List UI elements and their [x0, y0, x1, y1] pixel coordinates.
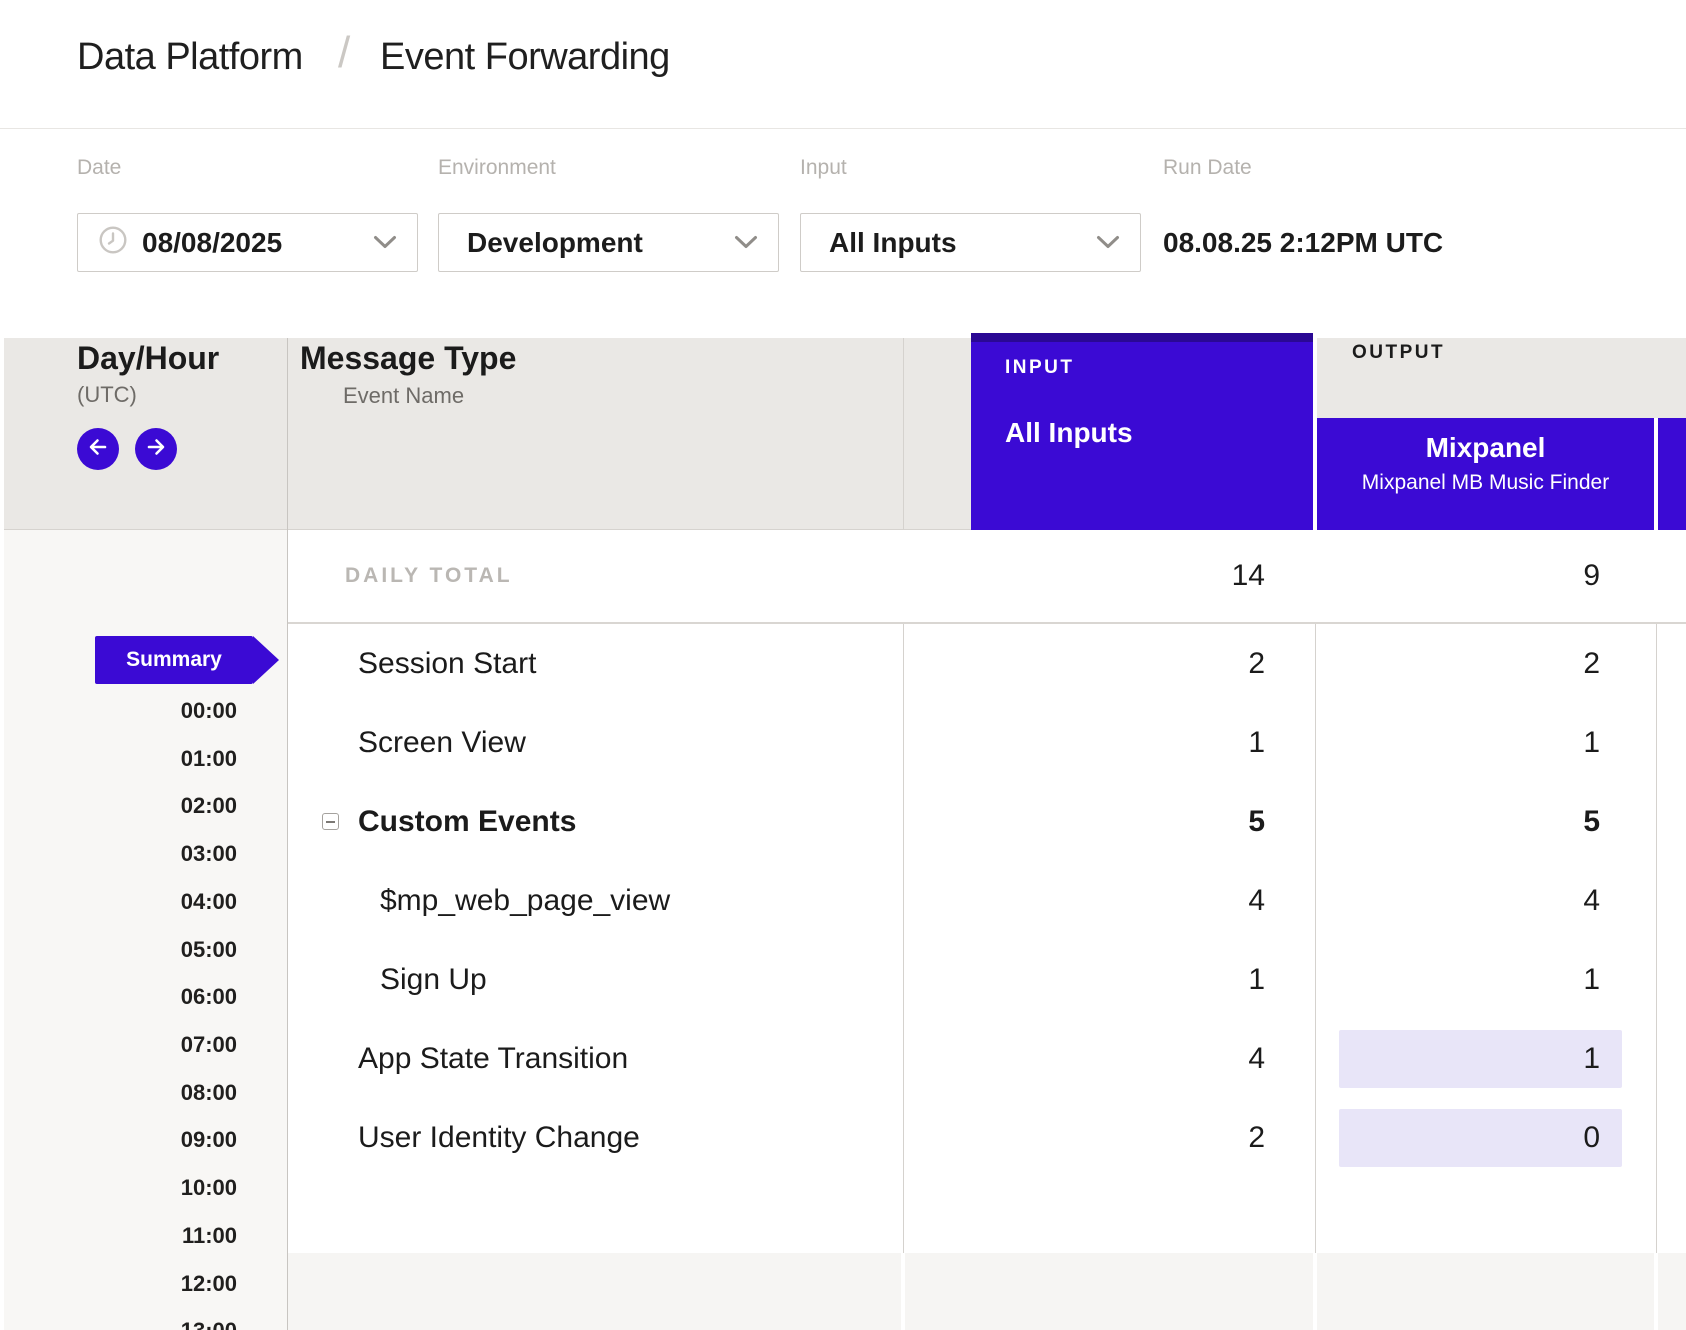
output-connection-name: Mixpanel MB Music Finder	[1317, 471, 1654, 495]
hour-item[interactable]: 07:00	[0, 1032, 237, 1058]
minus-square-icon[interactable]	[322, 813, 339, 830]
event-name-subheader: Event Name	[343, 383, 464, 409]
summary-tab-label: Summary	[126, 648, 222, 672]
event-label: $mp_web_page_view	[380, 884, 670, 918]
hour-item[interactable]: 13:00	[0, 1318, 237, 1330]
output-group-label: OUTPUT	[1352, 342, 1445, 364]
output-count: 1	[1583, 1042, 1600, 1076]
date-filter-label: Date	[77, 156, 121, 180]
column-divider	[901, 1253, 905, 1330]
clock-icon	[98, 225, 128, 260]
hour-item[interactable]: 01:00	[0, 746, 237, 772]
highlighted-cell	[1339, 1109, 1622, 1167]
event-label: User Identity Change	[358, 1121, 640, 1155]
chevron-down-icon	[1096, 235, 1120, 250]
hour-item[interactable]: 00:00	[0, 698, 237, 724]
event-label: Sign Up	[380, 963, 487, 997]
date-dropdown[interactable]: 08/08/2025	[77, 213, 418, 272]
input-count: 4	[1248, 884, 1265, 918]
event-label: Custom Events	[358, 805, 576, 839]
arrow-right-icon	[144, 435, 168, 464]
message-type-header: Message Type	[300, 340, 516, 377]
input-group-label: INPUT	[1005, 357, 1075, 379]
highlighted-cell	[1339, 1030, 1622, 1088]
input-column-accent-strip	[971, 333, 1313, 342]
daily-total-input-value: 14	[1232, 559, 1265, 593]
day-hour-header: Day/Hour	[77, 340, 219, 377]
input-count: 5	[1248, 805, 1265, 839]
input-count: 1	[1248, 963, 1265, 997]
input-count: 2	[1248, 647, 1265, 681]
table-row: Screen View 1 1	[288, 703, 1686, 782]
output-column-header: Mixpanel Mixpanel MB Music Finder	[1317, 418, 1654, 530]
environment-dropdown[interactable]: Development	[438, 213, 779, 272]
environment-value: Development	[467, 227, 643, 259]
event-label: Session Start	[358, 647, 536, 681]
output-count: 1	[1583, 726, 1600, 760]
run-date-value: 08.08.25 2:12PM UTC	[1163, 213, 1443, 272]
next-day-button[interactable]	[135, 428, 177, 470]
input-dropdown[interactable]: All Inputs	[800, 213, 1141, 272]
event-forwarding-page: Data Platform / Event Forwarding Date En…	[0, 0, 1686, 1330]
hour-item[interactable]: 05:00	[0, 937, 237, 963]
column-divider	[1654, 1253, 1658, 1330]
input-count: 1	[1248, 726, 1265, 760]
output-count: 5	[1583, 805, 1600, 839]
table-row: $mp_web_page_view 4 4	[288, 861, 1686, 940]
environment-filter-label: Environment	[438, 156, 556, 180]
table-row: Session Start 2 2	[288, 624, 1686, 703]
header-column-gap	[1313, 333, 1317, 530]
next-output-column-header	[1658, 418, 1686, 530]
chevron-down-icon	[734, 235, 758, 250]
summary-tab[interactable]: Summary	[95, 636, 253, 684]
date-value: 08/08/2025	[142, 227, 282, 259]
breadcrumb-section[interactable]: Data Platform	[77, 36, 303, 79]
daily-total-label: DAILY TOTAL	[345, 564, 513, 588]
day-hour-timezone: (UTC)	[77, 382, 137, 408]
output-column-name: Mixpanel	[1317, 432, 1654, 464]
output-count: 1	[1583, 963, 1600, 997]
hour-item[interactable]: 06:00	[0, 984, 237, 1010]
hour-item[interactable]: 03:00	[0, 841, 237, 867]
input-count: 4	[1248, 1042, 1265, 1076]
table-row: Sign Up 1 1	[288, 940, 1686, 1019]
output-count: 0	[1583, 1121, 1600, 1155]
column-divider	[1313, 1253, 1317, 1330]
table-row: User Identity Change 2 0	[288, 1098, 1686, 1177]
breadcrumb: Data Platform / Event Forwarding	[0, 0, 1686, 129]
input-column-header: INPUT All Inputs	[971, 333, 1313, 530]
hour-item[interactable]: 02:00	[0, 793, 237, 819]
event-label: Screen View	[358, 726, 526, 760]
breadcrumb-separator: /	[338, 28, 350, 78]
hour-item[interactable]: 11:00	[0, 1223, 237, 1249]
header-column-gap	[1654, 418, 1658, 530]
hour-item[interactable]: 10:00	[0, 1175, 237, 1201]
hour-item[interactable]: 09:00	[0, 1127, 237, 1153]
daily-total-output-value: 9	[1583, 559, 1600, 593]
daily-total-row: DAILY TOTAL 14 9	[288, 530, 1686, 624]
input-value: All Inputs	[829, 227, 957, 259]
input-column-name: All Inputs	[1005, 417, 1133, 449]
input-count: 2	[1248, 1121, 1265, 1155]
run-date-label: Run Date	[1163, 156, 1252, 180]
arrow-left-icon	[86, 435, 110, 464]
hour-item[interactable]: 04:00	[0, 889, 237, 915]
page-title: Event Forwarding	[380, 36, 670, 79]
chevron-down-icon	[373, 235, 397, 250]
input-filter-label: Input	[800, 156, 847, 180]
output-count: 2	[1583, 647, 1600, 681]
hour-item[interactable]: 08:00	[0, 1080, 237, 1106]
previous-day-button[interactable]	[77, 428, 119, 470]
table-row: App State Transition 4 1	[288, 1019, 1686, 1098]
hour-item[interactable]: 12:00	[0, 1271, 237, 1297]
event-label: App State Transition	[358, 1042, 628, 1076]
table-footer-area	[288, 1253, 1686, 1330]
output-count: 4	[1583, 884, 1600, 918]
table-row: Custom Events 5 5	[288, 782, 1686, 861]
